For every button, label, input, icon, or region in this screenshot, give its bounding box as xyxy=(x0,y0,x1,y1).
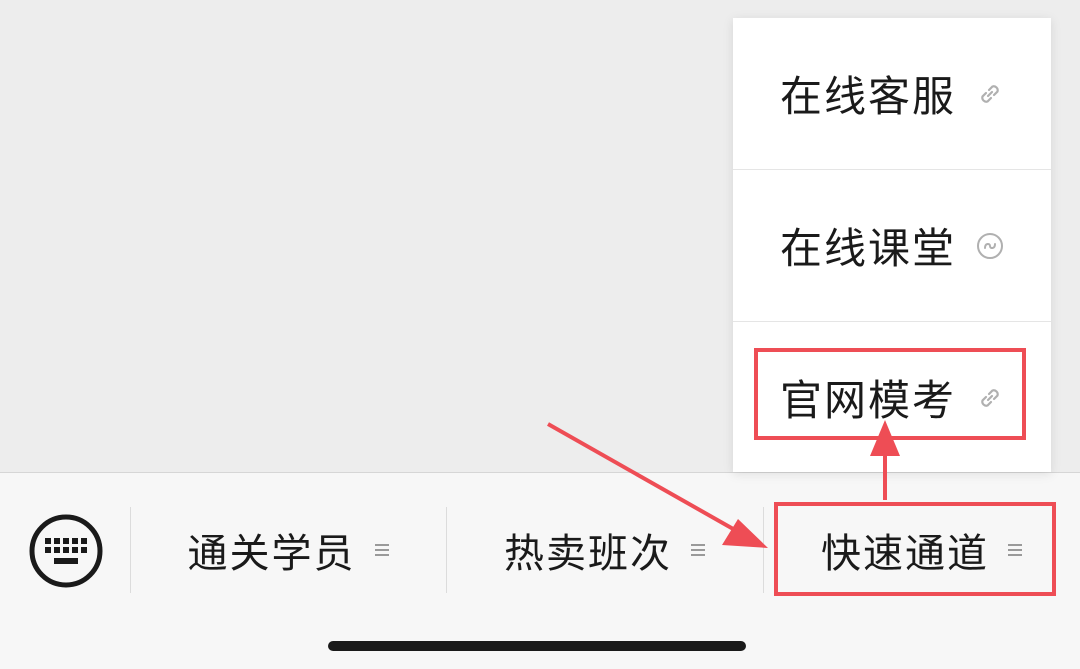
keyboard-toggle-button[interactable] xyxy=(28,513,104,589)
menu-item-label: 热卖班次 xyxy=(504,531,672,577)
highlight-box-mock-exam xyxy=(754,348,1026,440)
mini-program-icon xyxy=(976,232,1004,260)
menu-item-label: 通关学员 xyxy=(187,531,356,577)
menu-lines-icon xyxy=(690,542,706,558)
submenu-item-label: 在线客服 xyxy=(779,72,956,121)
submenu-item-online-class[interactable]: 在线课堂 xyxy=(733,170,1051,322)
submenu-item-label: 在线课堂 xyxy=(779,224,956,273)
menu-item-hot-classes[interactable]: 热卖班次 xyxy=(447,507,763,593)
home-indicator[interactable] xyxy=(328,641,746,651)
menu-lines-icon xyxy=(374,542,390,558)
link-icon xyxy=(976,80,1004,108)
menu-item-graduates[interactable]: 通关学员 xyxy=(131,507,446,593)
keyboard-icon xyxy=(29,514,103,588)
submenu-item-online-service[interactable]: 在线客服 xyxy=(733,18,1051,170)
highlight-box-fast-track xyxy=(774,502,1056,596)
